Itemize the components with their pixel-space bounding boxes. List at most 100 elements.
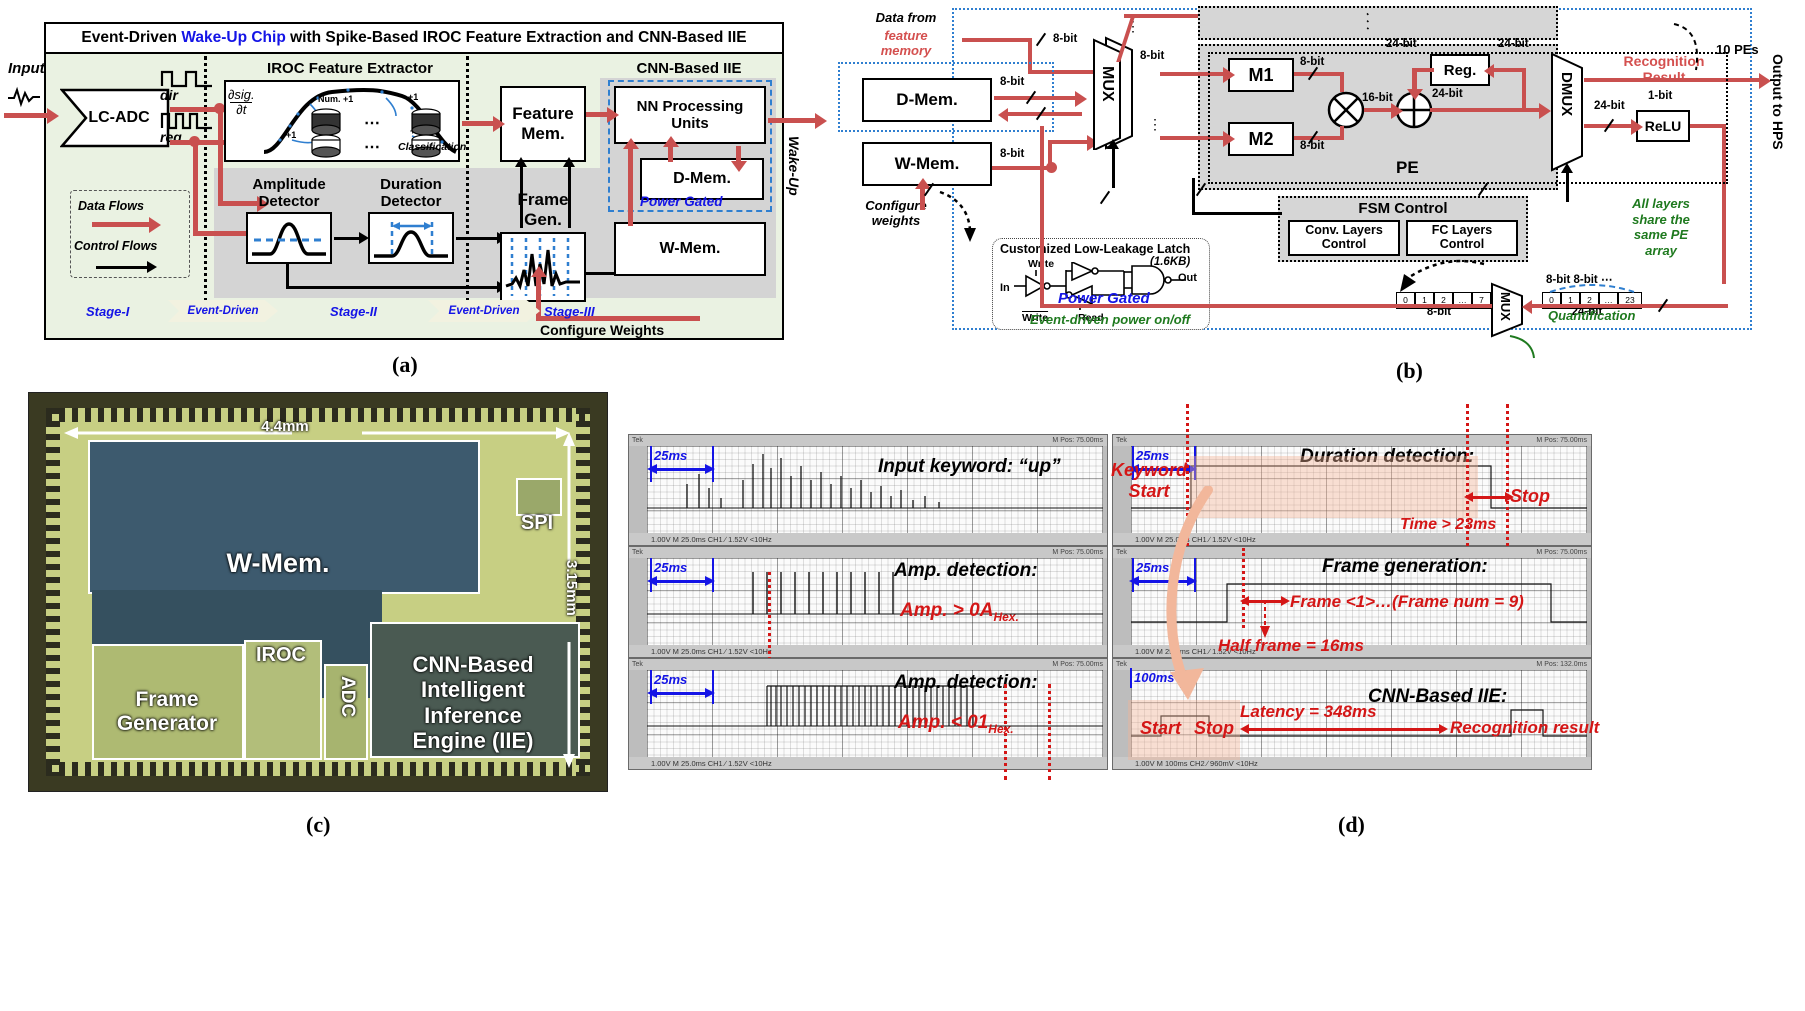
bit-label-wmem: 8-bit xyxy=(1000,148,1025,160)
die-label-iroc: IROC xyxy=(256,644,306,666)
scope6-latency-arrow xyxy=(1240,724,1448,734)
featmem-line-b xyxy=(962,38,1032,42)
quantification-label: Quantification xyxy=(1548,308,1636,323)
dmem-in-arrowhead xyxy=(998,108,1008,122)
scope2-title: Amp. detection: xyxy=(894,560,1038,581)
scope2-mpos: M Pos: 75.00ms xyxy=(1052,549,1103,556)
scope5-tick-left xyxy=(1132,558,1134,592)
amplitude-detector-title: Amplitude Detector xyxy=(252,176,326,210)
event-driven-power-label: Event-driven power on/off xyxy=(1030,312,1191,327)
scope3-cursor-2 xyxy=(1048,684,1051,780)
wmem-to-mux-arrow xyxy=(1048,134,1099,151)
w-mem-label: W-Mem. xyxy=(659,240,721,257)
panel-d-caption: (d) xyxy=(1338,812,1365,837)
fc-layers-label: FC Layers Control xyxy=(1431,223,1493,251)
dmem-label-b: D-Mem. xyxy=(896,90,958,109)
die-label-cnn-iie: CNN-Based Intelligent Inference Engine (… xyxy=(412,652,534,753)
feature-memory-label: feature memory xyxy=(880,28,932,58)
title-highlight: Wake-Up Chip xyxy=(181,29,286,46)
scope2-botbar: 1.00V M 25.0ms CH1 ∕ 1.52V <10Hz xyxy=(629,645,1107,657)
die-width-label: 4.4mm xyxy=(261,418,309,435)
fsm-in-line xyxy=(1192,212,1282,215)
bus-dashed-bracket xyxy=(1549,284,1635,293)
event-driven-label-2: Event-Driven xyxy=(448,305,520,317)
die-label-frame-gen: Frame Generator xyxy=(116,688,218,736)
input-arrow xyxy=(4,107,59,124)
fsm-control-label: FSM Control xyxy=(1358,199,1448,217)
scope4-topbar: Tek M Pos: 75.00ms xyxy=(1113,435,1591,446)
input-label: Input xyxy=(8,60,45,77)
dir-vertical xyxy=(218,107,223,203)
mux-select-arrow xyxy=(1107,139,1118,188)
die-region-spi xyxy=(516,478,562,516)
event-driven-chevron-1: Event-Driven xyxy=(168,300,278,322)
power-gated-label: Power Gated xyxy=(640,194,723,209)
scope4-stop-cursor-2 xyxy=(1506,404,1509,554)
scope6-tick-left xyxy=(1130,668,1132,688)
stage-3-label: Stage-III xyxy=(544,304,595,319)
lc-adc-label: LC-ADC xyxy=(88,109,150,126)
power-gated-label-b: Power Gated xyxy=(1058,290,1150,307)
config-curved-arrow xyxy=(939,190,976,242)
configure-weights-label-a: Configure Weights xyxy=(540,322,665,338)
scope1-mpos: M Pos: 75.00ms xyxy=(1052,437,1103,444)
wmem-to-nn-arrow xyxy=(622,138,639,226)
scope3-title: Amp. detection: xyxy=(894,672,1038,693)
panel-b-caption: (b) xyxy=(1396,358,1423,383)
title-text-2: with Spike-Based IROC Feature Extraction… xyxy=(285,29,747,46)
scope2-topbar: Tek M Pos: 75.00ms xyxy=(629,547,1107,558)
scope6-title: CNN-Based IIE: xyxy=(1368,686,1508,707)
bit-label-24a: 24-bit xyxy=(1386,38,1417,50)
legend-data-arrow xyxy=(92,216,161,233)
scope2-tick-left xyxy=(650,558,652,592)
scope1-botbar: 1.00V M 25.0ms CH1 ∕ 1.52V <10Hz xyxy=(629,533,1107,545)
event-driven-chevron-2: Event-Driven xyxy=(428,300,540,322)
featmem-to-nn-arrow xyxy=(586,106,619,123)
bit-label-featmem: 8-bit xyxy=(1053,33,1078,45)
data-from-label: Data from xyxy=(875,9,937,25)
junction-dot-2 xyxy=(189,136,200,147)
stage-1-label: Stage-I xyxy=(86,304,130,319)
dir-pulse-icon xyxy=(160,70,212,88)
iroc-to-featmem-arrow xyxy=(462,115,505,132)
mux-bottom-arrowhead xyxy=(1522,300,1532,314)
duration-detector-title: Duration Detector xyxy=(380,176,442,210)
wake-up-label: Wake-Up xyxy=(786,136,802,196)
amp-to-frame-arrow xyxy=(474,281,507,292)
scope1-topbar: Tek M Pos: 75.00ms xyxy=(629,435,1107,446)
panel-a-caption: (a) xyxy=(392,352,418,377)
dmem-out-arrow xyxy=(994,90,1087,107)
conv-layers-label: Conv. Layers Control xyxy=(1305,223,1383,251)
scope3-mpos: M Pos: 75.00ms xyxy=(1052,661,1103,668)
scope3-cursor-1 xyxy=(1004,684,1007,780)
legend-control-arrow xyxy=(96,261,157,272)
amp-to-frame-line xyxy=(286,286,498,289)
latch-title: Customized Low-Leakage Latch xyxy=(1000,242,1191,256)
scope2-tick-right xyxy=(712,558,714,592)
scope5-mpos: M Pos: 75.00ms xyxy=(1536,549,1587,556)
amp-down-line xyxy=(286,264,289,288)
bit-label-mux-out: 8-bit xyxy=(1140,50,1165,62)
scope4-stop-arrow xyxy=(1464,492,1514,502)
nn-processing-units-label: NN Processing Units xyxy=(636,97,744,132)
scope-input-keyword: Tek M Pos: 75.00ms 1.00V M 25.0ms CH1 ∕ … xyxy=(628,434,1108,546)
scope3-topbar: Tek M Pos: 75.00ms xyxy=(629,659,1107,670)
configure-weights-arrow-b xyxy=(914,178,931,210)
legend-data-flows-label: Data Flows xyxy=(78,199,144,213)
stage-divider-2 xyxy=(466,56,469,302)
pe-inner-dotted xyxy=(1208,52,1728,184)
event-driven-label-1: Event-Driven xyxy=(187,305,259,317)
feedback-vert xyxy=(1040,126,1044,308)
die-height-label: 3.15mm xyxy=(563,560,580,616)
panel-a-title: Event-Driven Wake-Up Chip with Spike-Bas… xyxy=(46,24,782,54)
iroc-classification-label: Classification xyxy=(398,141,467,153)
panel-c-caption: (c) xyxy=(306,812,331,837)
scope4-annotation: Time > 23ms xyxy=(1400,516,1497,533)
wmem-junction xyxy=(1046,162,1057,173)
scope3-botbar: 1.00V M 25.0ms CH1 ∕ 1.52V <10Hz xyxy=(629,757,1107,769)
req-vertical xyxy=(193,140,198,233)
scope1-title: Input keyword: “up” xyxy=(878,456,1061,477)
die-label-wmem: W-Mem. xyxy=(226,548,330,578)
fsm-in-vert xyxy=(1192,178,1195,214)
iroc-num-label: Num. +1 xyxy=(318,94,354,104)
